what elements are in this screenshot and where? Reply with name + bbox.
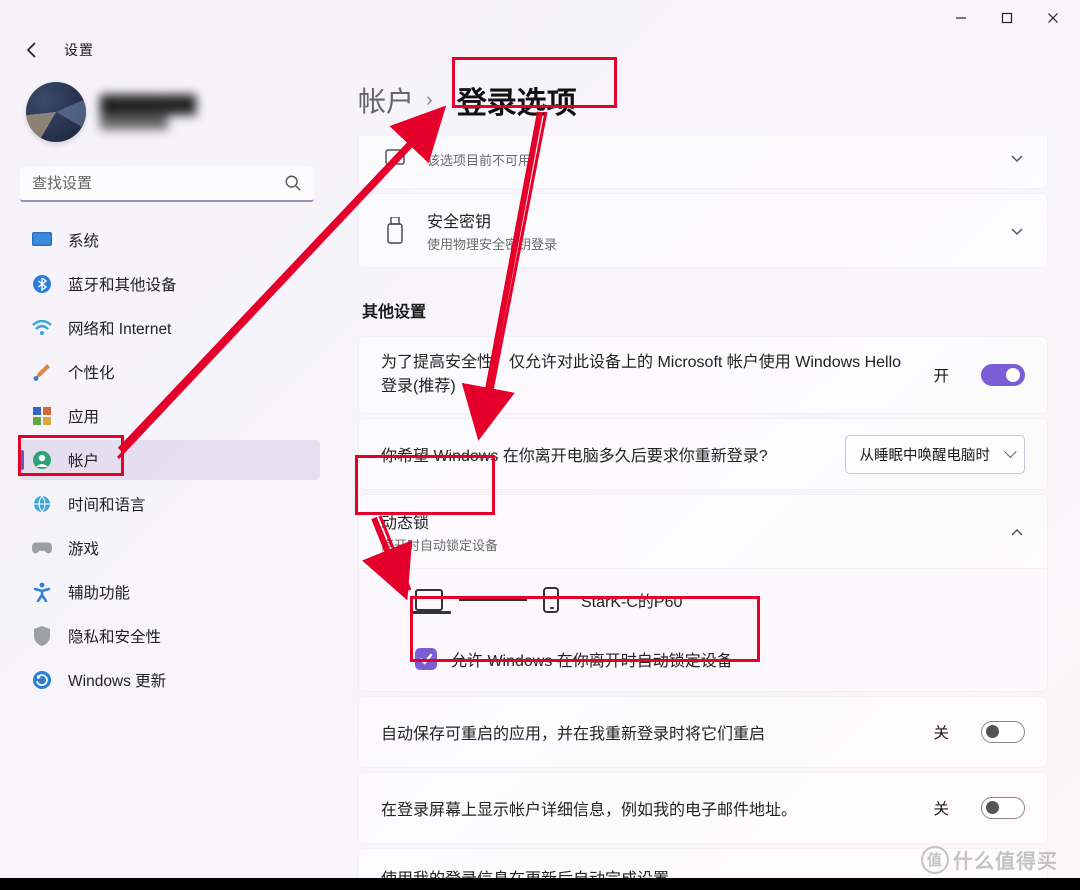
paired-device-name: StarK-C的P60 xyxy=(581,588,682,612)
search-wrap xyxy=(20,166,314,202)
sidebar-item-label: 隐私和安全性 xyxy=(68,625,161,647)
sidebar-item-gaming[interactable]: 游戏 xyxy=(18,528,320,568)
sidebar-item-bluetooth[interactable]: 蓝牙和其他设备 xyxy=(18,264,320,304)
breadcrumb-parent[interactable]: 帐户 xyxy=(358,80,414,120)
placeholder-icon xyxy=(381,147,409,169)
auto-restart-row: 自动保存可重启的应用，并在我重新登录时将它们重启 关 xyxy=(358,696,1048,768)
sidebar-item-label: 应用 xyxy=(68,405,99,427)
row-text: 为了提高安全性，仅允许对此设备上的 Microsoft 帐户使用 Windows… xyxy=(381,351,915,399)
relogin-dropdown[interactable]: 从睡眠中唤醒电脑时 xyxy=(845,435,1026,474)
row-text: 在登录屏幕上显示帐户详细信息，例如我的电子邮件地址。 xyxy=(381,796,915,820)
dynamic-lock-sub: 离开时自动锁定设备 xyxy=(381,535,991,554)
accessibility-icon xyxy=(32,582,52,602)
brush-icon xyxy=(32,362,52,382)
sidebar-item-label: 帐户 xyxy=(68,449,99,471)
header-row: 设置 xyxy=(0,36,1080,70)
laptop-icon xyxy=(415,589,443,611)
update-icon xyxy=(32,670,52,690)
show-details-row: 在登录屏幕上显示帐户详细信息，例如我的电子邮件地址。 关 xyxy=(358,772,1048,844)
bluetooth-icon xyxy=(32,274,52,294)
sidebar-item-label: 时间和语言 xyxy=(68,493,146,515)
option-unavailable-card[interactable]: 该选项目前不可用 xyxy=(358,136,1048,189)
gamepad-icon xyxy=(32,538,52,558)
dynamic-lock-body: StarK-C的P60 允许 Windows 在你离开时自动锁定设备 xyxy=(358,569,1048,692)
row-text: 自动保存可重启的应用，并在我重新登录时将它们重启 xyxy=(381,720,915,744)
card-title: 安全密钥 xyxy=(427,208,991,232)
relogin-row: 你希望 Windows 在你离开电脑多久后要求你重新登录? 从睡眠中唤醒电脑时 xyxy=(358,418,1048,490)
sidebar-item-network[interactable]: 网络和 Internet xyxy=(18,308,320,348)
search-icon xyxy=(284,174,302,192)
sidebar-item-accessibility[interactable]: 辅助功能 xyxy=(18,572,320,612)
sidebar-item-update[interactable]: Windows 更新 xyxy=(18,660,320,700)
profile-text: ████████ ████████ xyxy=(100,95,196,129)
sidebar-item-label: 蓝牙和其他设备 xyxy=(68,273,177,295)
breadcrumb: 帐户 › 登录选项 xyxy=(358,70,1048,124)
profile-block[interactable]: ████████ ████████ xyxy=(18,74,320,162)
sidebar-item-label: 网络和 Internet xyxy=(68,317,171,339)
toggle-state-label: 关 xyxy=(933,797,949,819)
sidebar-item-label: Windows 更新 xyxy=(68,669,166,691)
section-other-settings: 其他设置 xyxy=(362,298,1048,322)
dynamic-lock-header[interactable]: 动态锁 离开时自动锁定设备 xyxy=(358,494,1048,569)
shield-icon xyxy=(32,626,52,646)
sidebar-item-personalization[interactable]: 个性化 xyxy=(18,352,320,392)
card-subtitle: 使用物理安全密钥登录 xyxy=(427,234,991,253)
page-title: 登录选项 xyxy=(445,76,589,124)
card-subtitle: 该选项目前不可用 xyxy=(427,150,991,169)
person-icon xyxy=(32,450,52,470)
auto-restart-toggle[interactable] xyxy=(981,721,1025,743)
hello-only-toggle[interactable] xyxy=(981,364,1025,386)
sidebar-item-time-language[interactable]: 时间和语言 xyxy=(18,484,320,524)
system-icon xyxy=(32,230,52,250)
sidebar-item-system[interactable]: 系统 xyxy=(18,220,320,260)
sidebar: ████████ ████████ 系统 蓝牙和其他设备 网络和 Interne… xyxy=(0,70,330,890)
usb-key-icon xyxy=(381,217,409,245)
sidebar-item-label: 游戏 xyxy=(68,537,99,559)
globe-icon xyxy=(32,494,52,514)
sidebar-item-label: 辅助功能 xyxy=(68,581,130,603)
watermark-logo-icon: 值 xyxy=(921,846,949,874)
window-title: 设置 xyxy=(64,40,94,60)
link-line-icon xyxy=(459,599,527,601)
search-input[interactable] xyxy=(20,166,314,202)
back-button[interactable] xyxy=(20,38,44,62)
show-details-toggle[interactable] xyxy=(981,797,1025,819)
close-button[interactable] xyxy=(1030,2,1076,34)
avatar xyxy=(26,82,86,142)
titlebar xyxy=(0,0,1080,36)
chevron-right-icon: › xyxy=(426,89,433,112)
watermark: 值 什么值得买 xyxy=(921,845,1058,874)
nav: 系统 蓝牙和其他设备 网络和 Internet 个性化 应用 帐户 xyxy=(18,220,320,700)
toggle-state-label: 关 xyxy=(933,721,949,743)
checkbox-label: 允许 Windows 在你离开时自动锁定设备 xyxy=(451,647,733,671)
toggle-state-label: 开 xyxy=(933,364,949,386)
row-text: 你希望 Windows 在你离开电脑多久后要求你重新登录? xyxy=(381,442,827,466)
sidebar-item-apps[interactable]: 应用 xyxy=(18,396,320,436)
sidebar-item-privacy[interactable]: 隐私和安全性 xyxy=(18,616,320,656)
sidebar-item-label: 系统 xyxy=(68,229,99,251)
chevron-down-icon xyxy=(1009,223,1025,239)
wifi-icon xyxy=(32,318,52,338)
security-key-card[interactable]: 安全密钥 使用物理安全密钥登录 xyxy=(358,193,1048,268)
dynamic-lock-title: 动态锁 xyxy=(381,509,991,533)
phone-icon xyxy=(543,587,559,613)
sidebar-item-accounts[interactable]: 帐户 xyxy=(18,440,320,480)
chevron-down-icon xyxy=(1009,150,1025,166)
main-content: 帐户 › 登录选项 该选项目前不可用 安全密钥 使用物理安全密钥登录 xyxy=(330,70,1080,890)
maximize-button[interactable] xyxy=(984,2,1030,34)
apps-icon xyxy=(32,406,52,426)
minimize-button[interactable] xyxy=(938,2,984,34)
hello-only-row: 为了提高安全性，仅允许对此设备上的 Microsoft 帐户使用 Windows… xyxy=(358,336,1048,414)
dynamic-lock-checkbox[interactable] xyxy=(415,648,437,670)
sidebar-item-label: 个性化 xyxy=(68,361,115,383)
chevron-up-icon xyxy=(1009,524,1025,540)
